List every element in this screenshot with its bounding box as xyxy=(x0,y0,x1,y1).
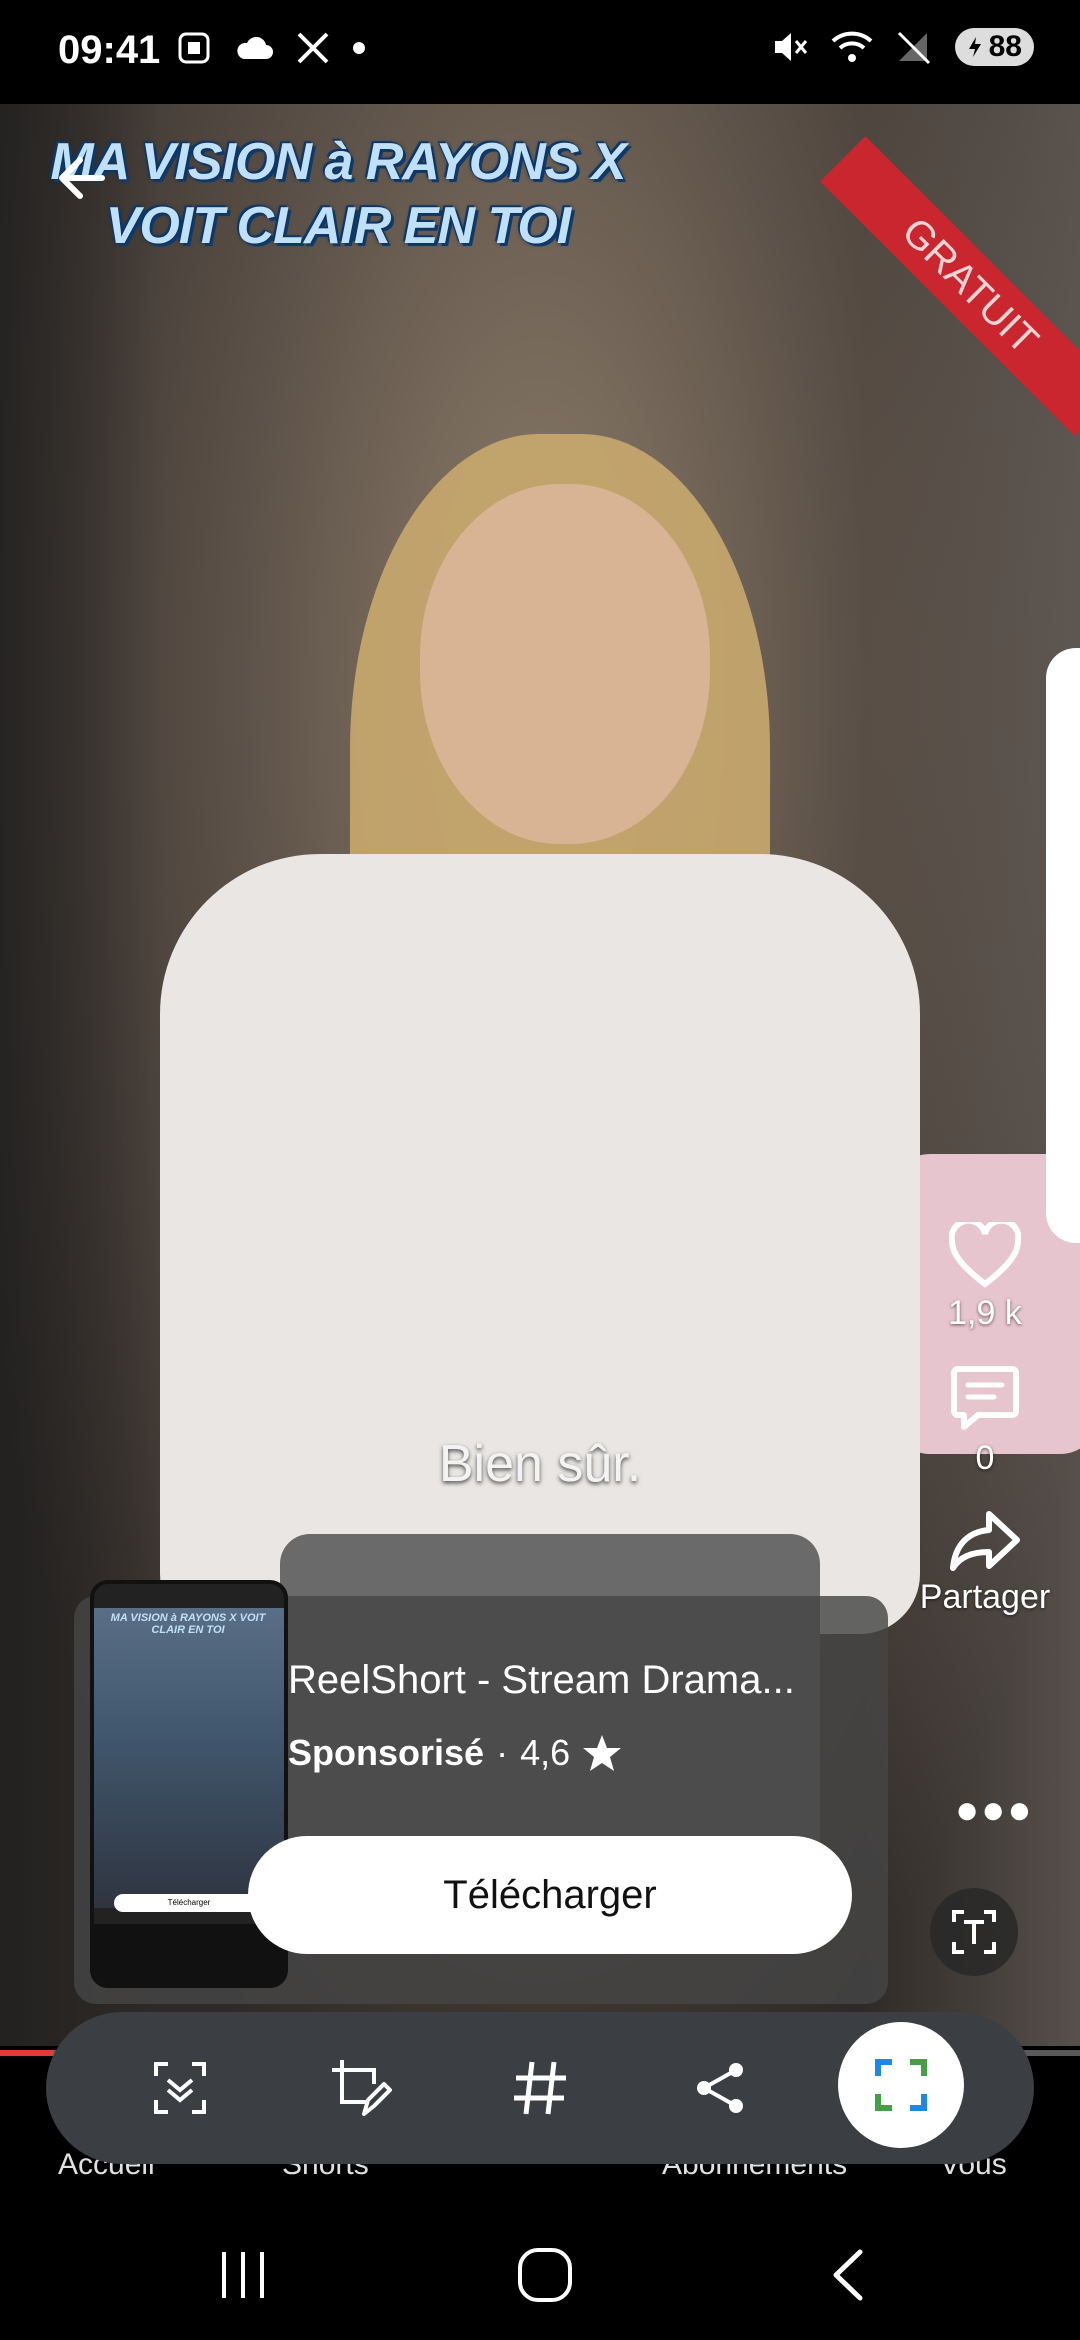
video-title-overlay: MA VISION à RAYONS X VOIT CLAIR EN TOI xyxy=(38,130,638,258)
share-icon xyxy=(697,2063,743,2113)
capture-frame-icon xyxy=(875,2059,927,2111)
wifi-icon xyxy=(831,31,872,62)
share-screenshot-button[interactable] xyxy=(684,2052,756,2124)
share-arrow-icon xyxy=(950,1511,1020,1571)
dot-icon xyxy=(353,42,365,54)
ad-app-name[interactable]: ReelShort - Stream Drama... xyxy=(288,1658,828,1703)
edit-crop-icon xyxy=(332,2060,392,2116)
text-scan-icon xyxy=(952,1910,996,1954)
text-detect-button[interactable] xyxy=(930,1888,1018,1976)
video-subtitle: Bien sûr. xyxy=(438,1435,642,1493)
ad-thumbnail-title: MA VISION à RAYONS X VOIT CLAIR EN TOI xyxy=(110,1612,266,1636)
status-bar: 09:41 88 xyxy=(0,0,1080,104)
status-time: 09:41 xyxy=(58,28,161,72)
more-options-icon[interactable]: ●●● xyxy=(955,1788,1033,1833)
ad-thumbnail-scene xyxy=(94,1608,284,1908)
system-navbar xyxy=(0,2210,1080,2340)
recent-apps-icon[interactable] xyxy=(218,2250,268,2300)
hashtag-icon xyxy=(514,2061,566,2115)
sponsored-label: Sponsorisé xyxy=(288,1732,485,1773)
meta-separator: · xyxy=(496,1732,509,1773)
scroll-capture-icon xyxy=(154,2062,206,2114)
comment-icon xyxy=(951,1366,1019,1430)
battery-level: 88 xyxy=(988,30,1022,63)
ad-thumbnail-tabbar xyxy=(94,1924,284,1984)
edit-button[interactable] xyxy=(324,2052,396,2124)
battery-indicator: 88 xyxy=(954,28,1034,66)
video-title-line1: MA VISION à RAYONS X xyxy=(50,133,626,191)
share-button[interactable]: Partager xyxy=(900,1508,1070,1617)
back-icon[interactable] xyxy=(828,2248,868,2302)
download-button[interactable]: Télécharger xyxy=(248,1836,852,1954)
video-head-shape xyxy=(420,484,710,844)
battery-saver-icon xyxy=(968,37,981,57)
ad-thumbnail-download: Télécharger xyxy=(114,1894,264,1912)
edge-panel-handle[interactable] xyxy=(1046,648,1080,1243)
scroll-capture-button[interactable] xyxy=(144,2052,216,2124)
screenshot-icon xyxy=(178,32,210,64)
home-icon[interactable] xyxy=(516,2246,574,2304)
heart-icon xyxy=(949,1222,1021,1288)
back-arrow-icon[interactable] xyxy=(52,148,112,208)
like-count: 1,9 k xyxy=(948,1294,1022,1332)
share-label: Partager xyxy=(919,1578,1051,1616)
video-shirt-shape xyxy=(160,854,920,1634)
ad-meta: Sponsorisé · 4,6 xyxy=(288,1732,622,1774)
hashtag-button[interactable] xyxy=(504,2052,576,2124)
no-signal-icon xyxy=(897,31,930,65)
status-icons-right: 88 xyxy=(771,28,1034,66)
status-icons-left xyxy=(176,30,366,66)
capture-button[interactable] xyxy=(838,2022,964,2148)
star-icon xyxy=(583,1735,622,1771)
x-logo-icon xyxy=(297,32,329,64)
cloud-icon xyxy=(237,36,273,59)
video-progress-fill xyxy=(0,2050,54,2056)
mute-icon xyxy=(774,33,807,61)
ad-rating: 4,6 xyxy=(520,1732,571,1773)
video-title-line2: VOIT CLAIR EN TOI xyxy=(105,197,572,255)
like-button[interactable]: 1,9 k xyxy=(900,1222,1070,1333)
